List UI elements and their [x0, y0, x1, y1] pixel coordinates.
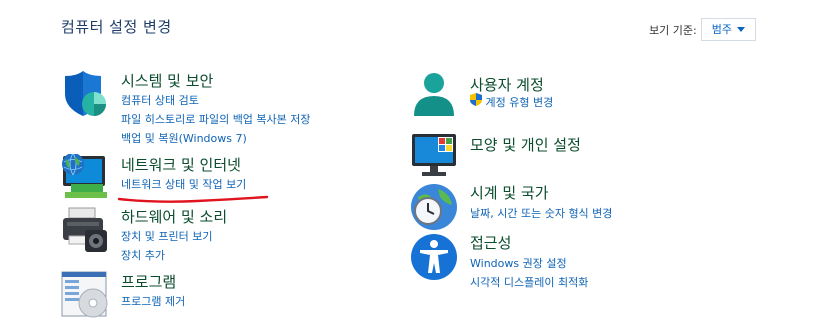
category-title[interactable]: 시스템 및 보안	[121, 70, 213, 91]
link-add-device[interactable]: 장치 추가	[121, 246, 212, 265]
security-shield-icon[interactable]	[61, 70, 109, 118]
chevron-down-icon	[737, 26, 745, 32]
link-file-history[interactable]: 파일 히스토리로 파일의 백업 복사본 저장	[121, 110, 311, 129]
category-title[interactable]: 모양 및 개인 설정	[470, 134, 581, 155]
category-title[interactable]: 접근성	[470, 232, 511, 253]
uac-shield-icon	[470, 93, 482, 106]
category-title[interactable]: 하드웨어 및 소리	[121, 206, 227, 227]
link-devices-printers[interactable]: 장치 및 프린터 보기	[121, 227, 212, 246]
view-by-dropdown[interactable]: 범주	[700, 18, 756, 41]
user-account-icon[interactable]	[410, 72, 458, 120]
link-review-status[interactable]: 컴퓨터 상태 검토	[121, 91, 311, 110]
link-optimize-display[interactable]: 시각적 디스플레이 최적화	[470, 273, 588, 292]
view-by-value: 범주	[711, 23, 732, 36]
printer-speaker-icon[interactable]	[61, 206, 109, 254]
link-uninstall-program[interactable]: 프로그램 제거	[121, 292, 185, 311]
red-underline-annotation	[117, 195, 269, 203]
category-title[interactable]: 사용자 계정	[470, 74, 544, 95]
view-by-control: 보기 기준: 범주	[649, 18, 756, 41]
page-title: 컴퓨터 설정 변경	[61, 18, 172, 36]
category-title[interactable]: 네트워크 및 인터넷	[121, 154, 241, 175]
clock-globe-icon[interactable]	[410, 183, 458, 231]
link-windows-recommended[interactable]: Windows 권장 설정	[470, 254, 588, 273]
accessibility-person-icon[interactable]	[410, 233, 458, 281]
link-network-status[interactable]: 네트워크 상태 및 작업 보기	[121, 175, 246, 194]
category-title[interactable]: 프로그램	[121, 271, 176, 292]
link-change-account-type[interactable]: 계정 유형 변경	[470, 93, 553, 112]
network-globe-icon[interactable]	[61, 154, 109, 202]
link-label: 계정 유형 변경	[485, 96, 554, 109]
category-title[interactable]: 시계 및 국가	[470, 182, 549, 203]
link-date-time-format[interactable]: 날짜, 시간 또는 숫자 형식 변경	[470, 204, 612, 223]
programs-disc-icon[interactable]	[61, 271, 109, 319]
link-backup-restore[interactable]: 백업 및 복원(Windows 7)	[121, 129, 311, 148]
appearance-monitor-icon[interactable]	[410, 132, 458, 180]
view-by-label: 보기 기준:	[649, 23, 697, 37]
